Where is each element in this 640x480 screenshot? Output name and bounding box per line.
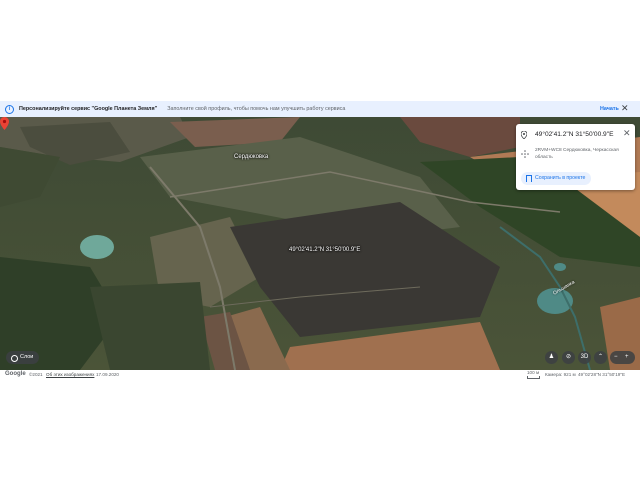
banner-start-button[interactable]: Начать <box>600 106 619 112</box>
location-info-card: 49°02'41.2"N 31°50'00.9"E ✕ 2RVM+WC8 Сер… <box>516 124 635 190</box>
point-coordinates-label: 49°02'41.2"N 31°50'00.9"E <box>289 247 361 253</box>
imagery-info-link[interactable]: Об этих изображениях <box>46 372 94 377</box>
banner-subtitle: Заполните свой профиль, чтобы помочь нам… <box>167 106 346 112</box>
compass-icon[interactable]: ⊘ <box>562 351 575 364</box>
plus-code-address: 2RVM+WC8 Сердюковка, Черкасская область <box>535 148 630 161</box>
banner-close-icon[interactable]: ✕ <box>621 104 629 113</box>
view-3d-button[interactable]: 3D <box>578 351 591 364</box>
card-coordinates: 49°02'41.2"N 31°50'00.9"E <box>535 131 614 138</box>
google-logo: Google <box>5 371 26 377</box>
save-to-project-button[interactable]: Сохранить в проекте <box>521 172 592 185</box>
zoom-control: − + <box>610 351 635 364</box>
plus-code-line1: 2RVM+WC8 Сердюковка, Черкасская <box>535 148 619 153</box>
layers-button-label: Слои <box>20 354 34 360</box>
personalize-banner: i Персонализируйте сервис "Google Планет… <box>0 101 640 117</box>
zoom-out-button[interactable]: − <box>614 351 618 364</box>
banner-title: Персонализируйте сервис "Google Планета … <box>19 106 158 112</box>
earth-app: i Персонализируйте сервис "Google Планет… <box>0 101 640 380</box>
village-label: Сердюковка <box>234 154 269 160</box>
save-button-label: Сохранить в проекте <box>535 175 586 181</box>
tilt-icon[interactable]: ⌃ <box>594 351 607 364</box>
pegman-icon[interactable]: ♟ <box>545 351 558 364</box>
card-close-icon[interactable]: ✕ <box>623 129 631 138</box>
camera-altitude: Камера: 921 м <box>545 372 576 377</box>
map-pin-icon[interactable] <box>0 117 9 130</box>
bookmark-icon <box>526 175 532 182</box>
layers-button[interactable]: Слои <box>6 351 40 364</box>
scale-bar <box>527 376 540 379</box>
status-bar: Google ©2021 Об этих изображениях 17.09.… <box>0 370 640 380</box>
copyright-text: ©2021 <box>29 372 43 377</box>
layers-icon <box>11 355 18 362</box>
imagery-date: 17.09.2020 <box>96 372 119 377</box>
plus-code-line2: область <box>535 154 553 160</box>
plus-code-icon <box>521 150 529 158</box>
zoom-in-button[interactable]: + <box>625 351 629 364</box>
cursor-position: 49°02'28"N 31°50'19"E <box>578 372 626 377</box>
location-pin-icon <box>521 131 527 139</box>
scale-label: 100 м <box>527 370 540 375</box>
info-icon: i <box>5 104 14 114</box>
